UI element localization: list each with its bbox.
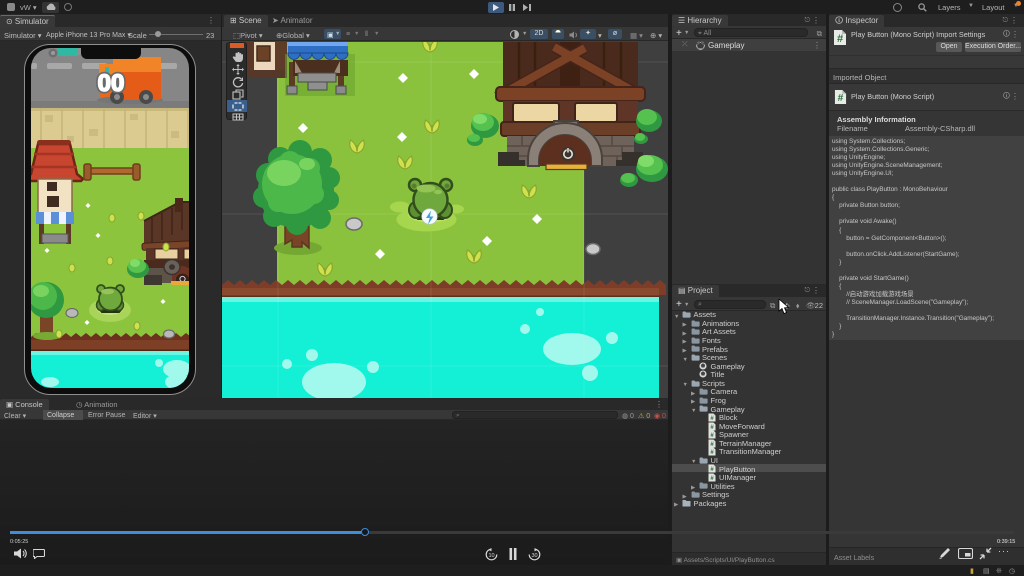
- svg-text:#: #: [837, 33, 843, 45]
- svg-text:00: 00: [98, 70, 125, 97]
- svg-text:#: #: [838, 93, 844, 104]
- svg-text:30: 30: [531, 553, 537, 559]
- svg-text:10: 10: [488, 553, 494, 559]
